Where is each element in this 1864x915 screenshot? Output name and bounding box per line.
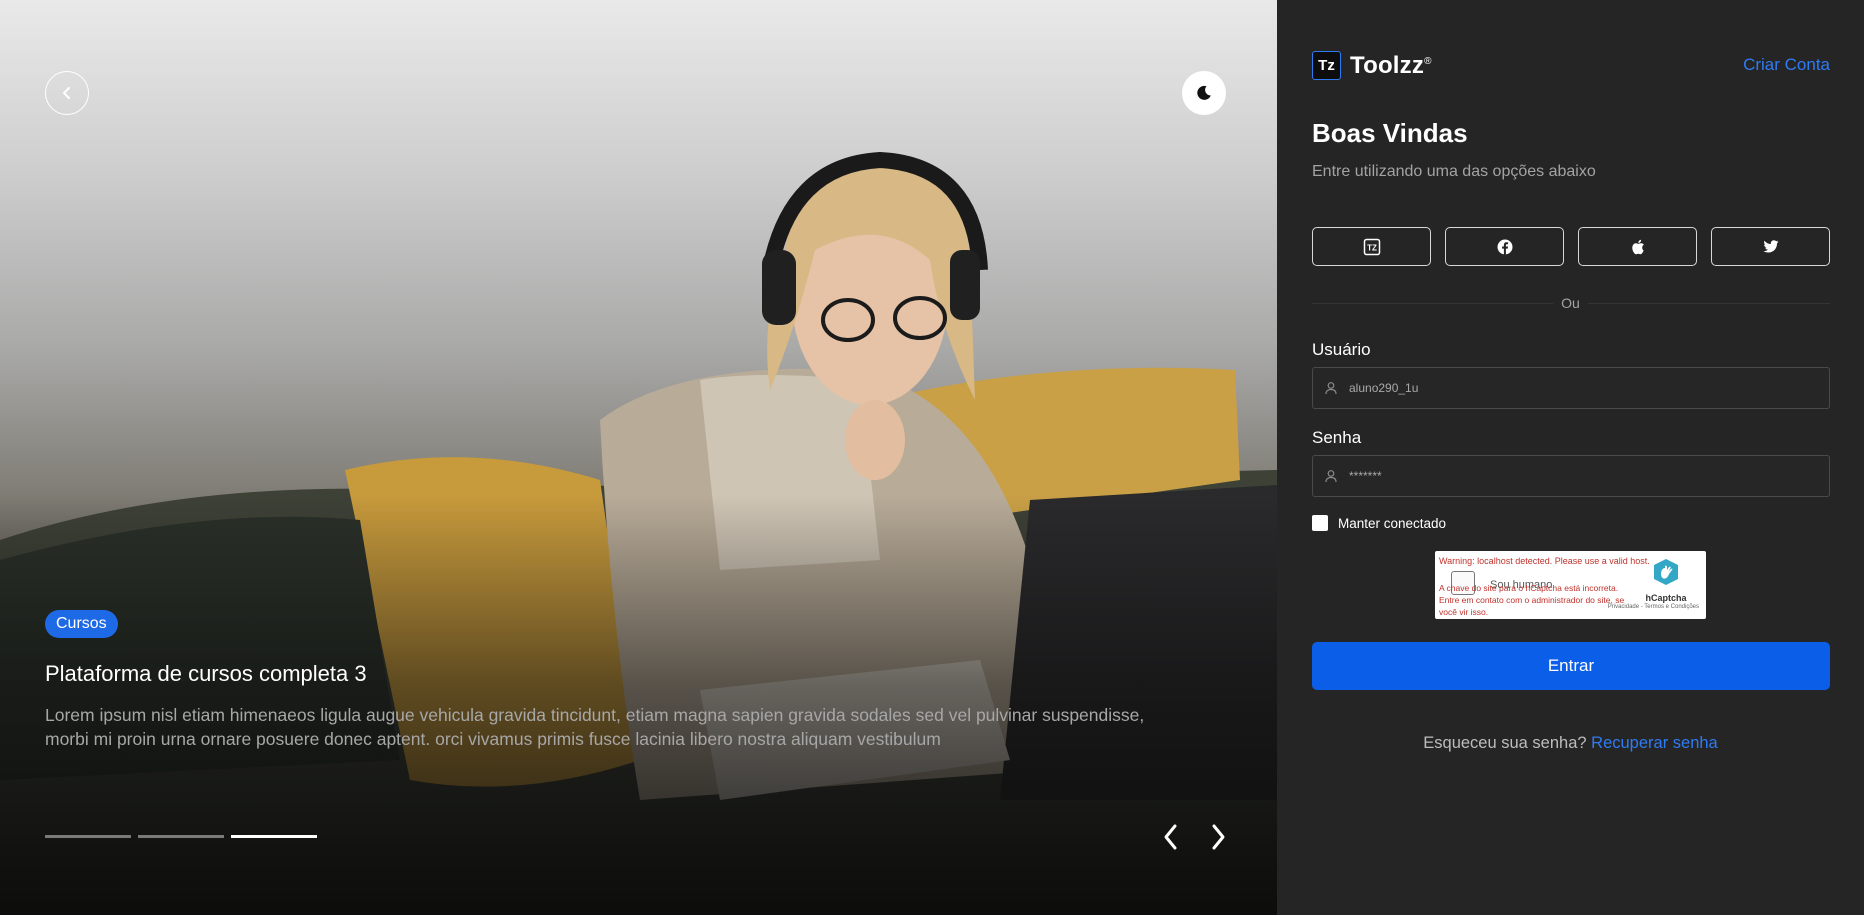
divider-text: Ou [1277,295,1864,311]
username-input[interactable] [1349,381,1819,395]
brand-name: Toolzz [1350,51,1425,79]
remember-checkbox[interactable] [1312,515,1328,531]
forgot-password-text: Esqueceu sua senha? [1423,734,1587,752]
user-icon [1325,470,1337,483]
headphone-right [950,250,980,320]
registered-mark: ® [1424,55,1432,67]
hero-carousel: Cursos Plataforma de cursos completa 3 L… [0,0,1277,915]
chevron-left-icon [1164,824,1177,850]
carousel-dot-3[interactable] [231,835,317,838]
hand-shape [845,400,905,480]
hcaptcha-widget: Warning: localhost detected. Please use … [1435,551,1706,619]
toolzz-login-button[interactable]: TZ [1312,227,1431,266]
login-page: Cursos Plataforma de cursos completa 3 L… [0,0,1864,915]
twitter-icon [1763,239,1778,252]
carousel-dot-1[interactable] [45,835,131,838]
headphone-left [762,250,796,325]
submit-button[interactable]: Entrar [1312,642,1830,690]
captcha-warning: Warning: localhost detected. Please use … [1439,556,1650,566]
carousel-prev-button[interactable] [1156,820,1186,854]
remember-me: Manter conectado [1312,515,1446,531]
social-login-group: TZ [1312,227,1830,266]
carousel-dot-2[interactable] [138,835,224,838]
captcha-links[interactable]: Privacidade - Termos e Condições [1608,604,1699,610]
chevron-left-icon [63,87,70,99]
captcha-error: A chave do site para o hCaptcha está inc… [1439,583,1625,617]
password-field[interactable] [1312,455,1830,497]
carousel-next-button[interactable] [1203,820,1233,854]
slide-title: Plataforma de cursos completa 3 [45,661,367,686]
divider-label: Ou [1553,295,1588,311]
moon-icon [1197,85,1211,100]
carousel-indicators [45,835,317,838]
recover-password-link[interactable]: Recuperar senha [1591,734,1718,752]
welcome-heading: Boas Vindas [1312,118,1468,148]
password-input[interactable] [1349,469,1819,483]
username-label: Usuário [1312,340,1371,359]
chevron-right-icon [1212,824,1225,850]
password-label: Senha [1312,428,1362,447]
welcome-subtitle: Entre utilizando uma das opções abaixo [1312,163,1596,180]
toolzz-icon: TZ [1363,238,1380,255]
hcaptcha-logo-icon [1654,559,1678,585]
facebook-login-button[interactable] [1445,227,1564,266]
logo-mark: Tz [1312,51,1341,80]
facebook-icon [1497,239,1512,254]
apple-login-button[interactable] [1578,227,1697,266]
create-account-link[interactable]: Criar Conta [1743,55,1830,75]
captcha-brand-name: hCaptcha [1645,593,1687,603]
slide-description: Lorem ipsum nisl etiam himenaeos ligula … [45,705,1145,749]
forgot-password-row: Esqueceu sua senha? Recuperar senha [1277,734,1864,753]
logo-text: Toolzz® [1350,52,1432,80]
theme-toggle-button[interactable] [1182,71,1226,115]
brand-logo: Tz Toolzz® [1312,51,1432,80]
back-button[interactable] [45,71,89,115]
twitter-login-button[interactable] [1711,227,1830,266]
category-badge: Cursos [45,610,118,638]
username-field[interactable] [1312,367,1830,409]
apple-icon [1632,239,1644,254]
user-icon [1325,382,1337,395]
svg-text:TZ: TZ [1367,243,1377,252]
login-panel: Tz Toolzz® Criar Conta Boas Vindas Entre… [1277,0,1864,915]
remember-label: Manter conectado [1338,515,1447,531]
captcha-brand: hCaptcha [1636,558,1696,603]
